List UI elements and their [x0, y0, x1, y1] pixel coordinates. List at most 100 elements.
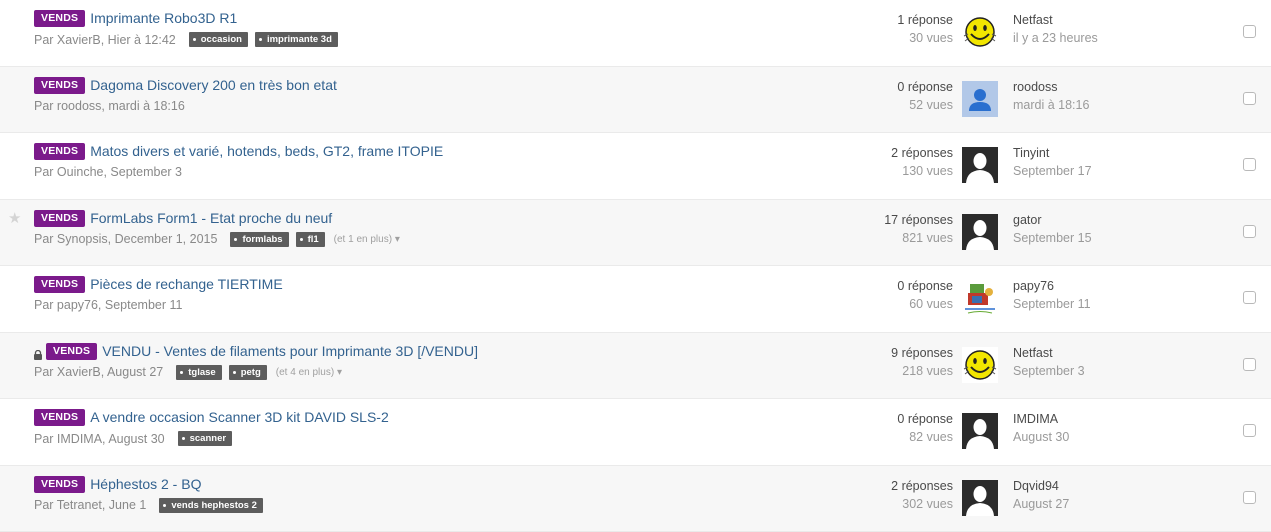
last-post-time[interactable]: September 15 [1013, 230, 1092, 247]
reply-count: 17 réponses [884, 212, 953, 229]
lock-icon [34, 347, 42, 357]
cartoon-avatar[interactable] [962, 280, 998, 316]
prefix-badge[interactable]: VENDS [46, 343, 97, 360]
topic-title-link[interactable]: A vendre occasion Scanner 3D kit DAVID S… [90, 409, 389, 426]
prefix-badge[interactable]: VENDS [34, 10, 85, 27]
prefix-badge[interactable]: VENDS [34, 77, 85, 94]
topic-meta: Par IMDIMA, August 30scanner [34, 431, 239, 446]
more-tags-label: (et 4 en plus) [276, 367, 334, 378]
reply-count: 9 réponses [891, 345, 953, 362]
view-count: 821 vues [884, 230, 953, 247]
prefix-badge[interactable]: VENDS [34, 476, 85, 493]
reply-count: 2 réponses [891, 478, 953, 495]
select-checkbox[interactable] [1243, 25, 1256, 38]
topic-stats: 0 réponse 82 vues [897, 411, 953, 446]
topic-title-line: VENDS Imprimante Robo3D R1 [34, 10, 237, 27]
topic-title-link[interactable]: Dagoma Discovery 200 en très bon etat [90, 77, 337, 94]
silhouette-avatar[interactable] [962, 214, 998, 250]
last-poster-name[interactable]: roodoss [1013, 79, 1089, 96]
topic-row[interactable]: VENDS Dagoma Discovery 200 en très bon et… [0, 67, 1271, 134]
topic-title-link[interactable]: VENDU - Ventes de filaments pour Imprima… [102, 343, 478, 360]
select-checkbox[interactable] [1243, 424, 1256, 437]
select-checkbox[interactable] [1243, 92, 1256, 105]
topic-row[interactable]: VENDS A vendre occasion Scanner 3D kit DA… [0, 399, 1271, 466]
topic-title-link[interactable]: FormLabs Form1 - Etat proche du neuf [90, 210, 332, 227]
topic-title-link[interactable]: Héphestos 2 - BQ [90, 476, 201, 493]
last-poster-name[interactable]: Dqvid94 [1013, 478, 1069, 495]
last-post-time[interactable]: il y a 23 heures [1013, 30, 1098, 47]
last-post: IMDIMA August 30 [1013, 411, 1069, 446]
last-post-time[interactable]: August 30 [1013, 429, 1069, 446]
topic-title-line: VENDS Dagoma Discovery 200 en très bon et… [34, 77, 337, 94]
prefix-badge[interactable]: VENDS [34, 143, 85, 160]
last-post-time[interactable]: September 3 [1013, 363, 1085, 380]
prefix-badge[interactable]: VENDS [34, 210, 85, 227]
topic-title-link[interactable]: Matos divers et varié, hotends, beds, GT… [90, 143, 443, 160]
last-post: Netfast September 3 [1013, 345, 1085, 380]
silhouette-avatar[interactable] [962, 480, 998, 516]
tag[interactable]: fl1 [296, 232, 325, 247]
select-checkbox[interactable] [1243, 225, 1256, 238]
tag-list: occasion imprimante 3d [189, 32, 345, 47]
reply-count: 2 réponses [891, 145, 953, 162]
more-tags-link[interactable]: (et 1 en plus) ▾ [334, 234, 400, 245]
more-tags-link[interactable]: (et 4 en plus) ▾ [276, 367, 342, 378]
select-checkbox[interactable] [1243, 491, 1256, 504]
last-post-time[interactable]: September 17 [1013, 163, 1092, 180]
topic-row[interactable]: VENDS Héphestos 2 - BQ Par Tetranet, June … [0, 466, 1271, 532]
silhouette-avatar[interactable] [962, 413, 998, 449]
tag[interactable]: formlabs [230, 232, 288, 247]
topic-title-link[interactable]: Pièces de rechange TIERTIME [90, 276, 282, 293]
author-line: Par XavierB, August 27 [34, 365, 163, 379]
topic-title-line: VENDS FormLabs Form1 - Etat proche du neu… [34, 210, 332, 227]
blue-default-avatar[interactable] [962, 81, 998, 117]
last-post: roodoss mardi à 18:16 [1013, 79, 1089, 114]
topic-row[interactable]: VENDS Pièces de rechange TIERTIME Par papy… [0, 266, 1271, 333]
topic-row[interactable]: VENDS VENDU - Ventes de filaments pour Im… [0, 333, 1271, 400]
topic-stats: 2 réponses 302 vues [891, 478, 953, 513]
tag[interactable]: occasion [189, 32, 248, 47]
prefix-badge[interactable]: VENDS [34, 409, 85, 426]
topic-meta: Par Ouinche, September 3 [34, 165, 182, 179]
topic-meta: Par XavierB, Hier à 12:42occasionimprima… [34, 32, 345, 47]
tag[interactable]: scanner [178, 431, 232, 446]
last-poster-name[interactable]: papy76 [1013, 278, 1091, 295]
last-poster-name[interactable]: IMDIMA [1013, 411, 1069, 428]
prefix-badge[interactable]: VENDS [34, 276, 85, 293]
select-checkbox[interactable] [1243, 158, 1256, 171]
last-post-time[interactable]: September 11 [1013, 296, 1091, 313]
silhouette-avatar[interactable] [962, 147, 998, 183]
caret-down-icon: ▾ [337, 367, 342, 378]
smiley-avatar[interactable] [962, 347, 998, 383]
select-checkbox[interactable] [1243, 358, 1256, 371]
star-icon[interactable]: ★ [8, 211, 21, 226]
topic-stats: 9 réponses 218 vues [891, 345, 953, 380]
author-line: Par Tetranet, June 1 [34, 498, 146, 512]
last-poster-name[interactable]: gator [1013, 212, 1092, 229]
last-poster-name[interactable]: Netfast [1013, 12, 1098, 29]
tag[interactable]: petg [229, 365, 267, 380]
last-post-time[interactable]: mardi à 18:16 [1013, 97, 1089, 114]
topic-meta: Par papy76, September 11 [34, 298, 182, 312]
tag[interactable]: vends hephestos 2 [159, 498, 263, 513]
topic-row[interactable]: VENDS Imprimante Robo3D R1 Par XavierB, Hi… [0, 0, 1271, 67]
last-poster-name[interactable]: Netfast [1013, 345, 1085, 362]
tag[interactable]: imprimante 3d [255, 32, 338, 47]
topic-meta: Par XavierB, August 27 tglase petg (et 4 en… [34, 365, 342, 380]
topic-title-link[interactable]: Imprimante Robo3D R1 [90, 10, 237, 27]
select-checkbox[interactable] [1243, 291, 1256, 304]
topic-title-line: VENDS VENDU - Ventes de filaments pour Im… [34, 343, 478, 360]
caret-down-icon: ▾ [395, 234, 400, 245]
topic-stats: 1 réponse 30 vues [897, 12, 953, 47]
smiley-avatar[interactable] [962, 14, 998, 50]
view-count: 302 vues [891, 496, 953, 513]
topic-list: VENDS Imprimante Robo3D R1 Par XavierB, Hi… [0, 0, 1271, 532]
author-line: Par Synopsis, December 1, 2015 [34, 232, 217, 246]
topic-meta: Par Synopsis, December 1, 2015 formlabs fl… [34, 232, 400, 247]
author-line: Par Ouinche, September 3 [34, 165, 182, 179]
tag[interactable]: tglase [176, 365, 221, 380]
last-post-time[interactable]: August 27 [1013, 496, 1069, 513]
topic-row[interactable]: ★ VENDS FormLabs Form1 - Etat proche du ne… [0, 200, 1271, 267]
topic-row[interactable]: VENDS Matos divers et varié, hotends, bed… [0, 133, 1271, 200]
last-poster-name[interactable]: Tinyint [1013, 145, 1092, 162]
